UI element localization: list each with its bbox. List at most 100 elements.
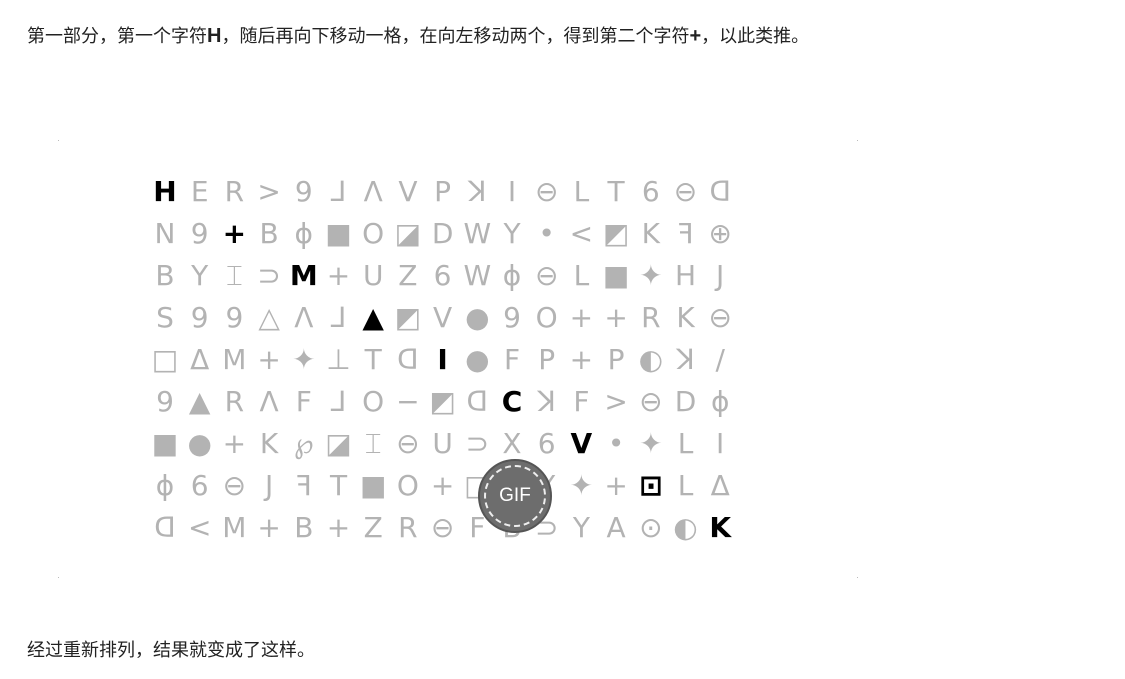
cipher-symbol: ɸ bbox=[502, 259, 522, 292]
cipher-symbol: ⅃ bbox=[330, 385, 347, 418]
cipher-symbol: ⊖ bbox=[534, 175, 559, 208]
cipher-symbol: ɸ bbox=[155, 469, 175, 502]
cipher-symbol: 6 bbox=[190, 469, 209, 502]
cipher-symbol: Λ bbox=[363, 175, 383, 208]
cipher-symbol: ⊖ bbox=[222, 469, 247, 502]
cipher-symbol: ◩ bbox=[429, 385, 456, 418]
cipher-symbol: Z bbox=[363, 511, 383, 544]
cipher-symbol: O bbox=[535, 301, 558, 334]
cipher-symbol-highlighted: ⊡ bbox=[639, 469, 663, 502]
cipher-symbol: ɸ bbox=[710, 385, 730, 418]
cipher-symbol: ⊖ bbox=[639, 385, 663, 418]
cipher-symbol: ⅃ bbox=[330, 301, 347, 334]
cipher-symbol: / bbox=[715, 343, 725, 376]
cipher-symbol: B bbox=[294, 511, 314, 544]
cipher-symbol: ✦ bbox=[569, 469, 594, 502]
cipher-symbol: • bbox=[607, 427, 625, 460]
cipher-symbol: > bbox=[604, 385, 628, 418]
cipher-symbol: ◩ bbox=[394, 301, 422, 334]
cipher-symbol: M bbox=[222, 343, 247, 376]
cipher-symbol: ᗡ bbox=[397, 343, 419, 376]
cipher-symbol: D bbox=[431, 217, 454, 250]
cipher-symbol-highlighted: I bbox=[437, 343, 448, 376]
cipher-symbol: I bbox=[507, 175, 517, 208]
intro-text: 第一部分，第一个字符 bbox=[27, 26, 207, 47]
cipher-symbol: 9 bbox=[225, 301, 244, 334]
cipher-symbol: ⌶ bbox=[364, 427, 382, 460]
cipher-symbol: 9 bbox=[294, 175, 313, 208]
cipher-gif-image[interactable]: H E R >9 ⅃ Λ V P ꓘ I ⊖ L T 6 ⊖ ᗡ N 9 + Bɸ ■ O ◪ D W Y • < ◩ K ꟻ ⊕ B Y ⌶ ⊃ M +… bbox=[58, 138, 858, 578]
cipher-symbol: H bbox=[674, 259, 697, 292]
cipher-symbol: 9 bbox=[156, 385, 174, 418]
intro-text: ，以此类推。 bbox=[701, 26, 810, 47]
cipher-symbol: ◐ bbox=[638, 343, 664, 376]
cipher-symbol: ● bbox=[187, 427, 212, 460]
cipher-symbol-highlighted: C bbox=[501, 385, 523, 418]
intro-paragraph: 第一部分，第一个字符H，随后再向下移动一格，在向左移动两个，得到第二个字符+，以… bbox=[27, 20, 862, 53]
cipher-symbol: ⌶ bbox=[225, 259, 243, 292]
cipher-symbol: T bbox=[607, 175, 625, 208]
cipher-symbol: I bbox=[716, 427, 725, 460]
corner-dot bbox=[58, 577, 59, 578]
cipher-symbol: + bbox=[326, 511, 351, 544]
cipher-symbol: ✦ bbox=[292, 343, 316, 376]
cipher-symbol: 6 bbox=[433, 259, 452, 292]
outro-paragraph: 经过重新排列，结果就变成了这样。 bbox=[27, 640, 315, 661]
cipher-symbol: L bbox=[677, 427, 694, 460]
cipher-symbol: M bbox=[222, 511, 247, 544]
cipher-symbol: X bbox=[502, 427, 522, 460]
cipher-symbol: O bbox=[362, 385, 385, 418]
cipher-symbol: + bbox=[604, 301, 628, 334]
cipher-symbol: + bbox=[430, 469, 455, 502]
cipher-symbol: ⊖ bbox=[396, 427, 420, 460]
cipher-symbol: ꟻ bbox=[295, 469, 312, 502]
cipher-symbol: R bbox=[224, 175, 245, 208]
cipher-symbol: • bbox=[538, 217, 555, 250]
cipher-symbol: Λ bbox=[294, 301, 314, 334]
cipher-symbol: O bbox=[362, 217, 385, 250]
cipher-symbol: ℘ bbox=[294, 427, 314, 460]
cipher-symbol: ● bbox=[465, 301, 490, 334]
cipher-symbol-highlighted: H bbox=[153, 175, 177, 208]
cipher-symbol: ■ bbox=[602, 259, 630, 292]
cipher-symbol: ◪ bbox=[394, 217, 422, 250]
cipher-symbol: U bbox=[362, 259, 384, 292]
cipher-symbol: < bbox=[187, 511, 212, 544]
cipher-symbol: P bbox=[434, 175, 452, 208]
corner-dot bbox=[58, 140, 59, 141]
cipher-symbol: ✦ bbox=[639, 427, 663, 460]
cipher-symbol: V bbox=[398, 175, 418, 208]
cipher-symbol: − bbox=[396, 385, 420, 418]
cipher-symbol: + bbox=[326, 259, 351, 292]
cipher-symbol: 9 bbox=[190, 217, 209, 250]
cipher-symbol: P bbox=[538, 343, 556, 376]
cipher-symbol: ɸ bbox=[294, 217, 314, 250]
cipher-symbol: Δ bbox=[710, 469, 730, 502]
cipher-symbol: R bbox=[224, 385, 245, 418]
cipher-symbol: + bbox=[257, 343, 281, 376]
corner-dot bbox=[857, 140, 858, 141]
cipher-symbol: + bbox=[222, 427, 247, 460]
cipher-symbol: Δ bbox=[190, 343, 210, 376]
cipher-symbol: V bbox=[433, 301, 453, 334]
cipher-symbol: 6 bbox=[641, 175, 660, 208]
cipher-symbol: R bbox=[641, 301, 661, 334]
cipher-symbol: ■ bbox=[151, 427, 179, 460]
cipher-symbol: 9 bbox=[190, 301, 209, 334]
cipher-symbol: L bbox=[573, 175, 590, 208]
cipher-symbol: Y bbox=[572, 511, 590, 544]
cipher-symbol: ◩ bbox=[602, 217, 630, 250]
cipher-symbol: J bbox=[264, 469, 274, 502]
cipher-symbol: L bbox=[573, 259, 590, 292]
cipher-symbol: T bbox=[364, 343, 382, 376]
cipher-symbol: + bbox=[257, 511, 281, 544]
cipher-symbol: K bbox=[676, 301, 695, 334]
cipher-symbol: ⊃ bbox=[257, 259, 281, 292]
cipher-symbol: ■ bbox=[325, 217, 352, 250]
gif-play-badge[interactable]: GIF bbox=[478, 459, 552, 533]
cipher-symbol-highlighted: ▲ bbox=[362, 301, 384, 334]
cipher-symbol: △ bbox=[258, 301, 280, 334]
cipher-symbol: ᗡ bbox=[466, 385, 489, 418]
cipher-symbol: ꓘ bbox=[537, 385, 556, 418]
cipher-symbol: ⊖ bbox=[708, 301, 732, 334]
